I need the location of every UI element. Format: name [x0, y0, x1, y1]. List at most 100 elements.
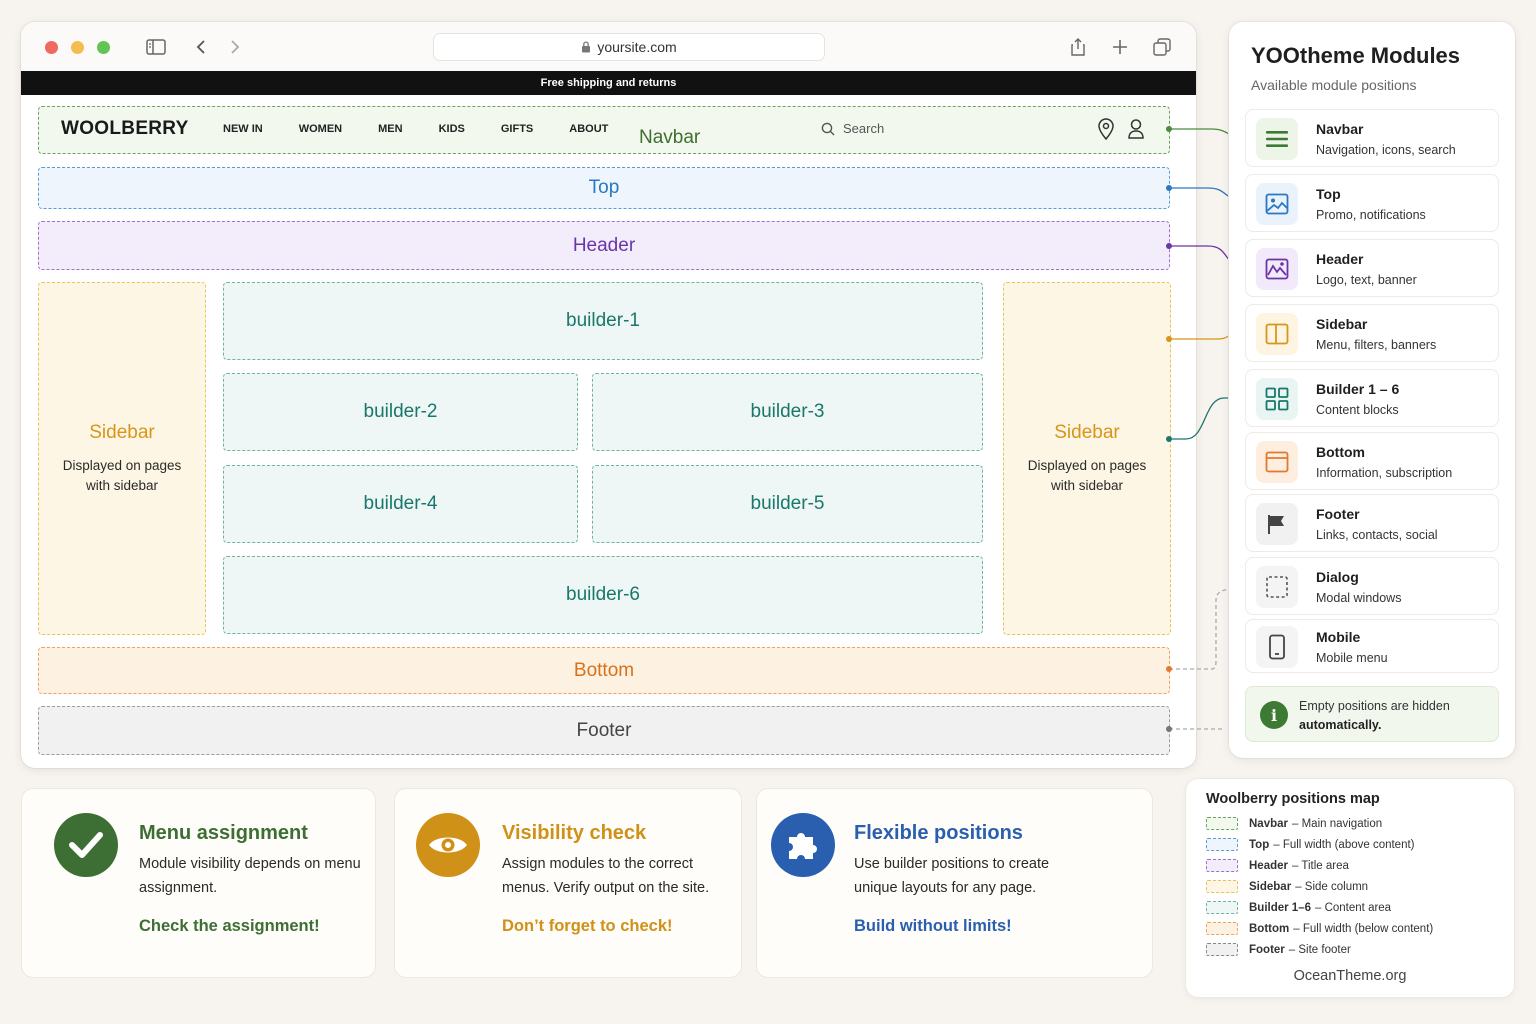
dashed-square-icon	[1256, 566, 1298, 608]
picture-icon	[1256, 248, 1298, 290]
sidebar-description: Displayed on pages with sidebar	[1027, 457, 1147, 493]
site-logo[interactable]: WOOLBERRY	[61, 118, 189, 140]
positions-map: Woolberry positions map Navbar – Main nav…	[1186, 779, 1514, 997]
module-desc: Information, subscription	[1316, 466, 1453, 480]
module-mobile[interactable]: Mobile Mobile menu	[1245, 619, 1499, 673]
card-title: Visibility check	[502, 822, 647, 844]
nav-item-about[interactable]: ABOUT	[569, 123, 608, 135]
builder-4-position: builder-4	[223, 465, 578, 543]
share-icon[interactable]	[1067, 36, 1089, 58]
module-dialog[interactable]: Dialog Modal windows	[1245, 557, 1499, 615]
builder-5-position: builder-5	[592, 465, 983, 543]
module-name: Bottom	[1316, 444, 1365, 460]
module-navbar[interactable]: Navbar Navigation, icons, search	[1245, 109, 1499, 167]
map-credit[interactable]: OceanTheme.org	[1186, 968, 1514, 984]
main-navigation: NEW IN WOMEN MEN KIDS GIFTS ABOUT	[223, 123, 644, 135]
site-search[interactable]: Search	[821, 121, 884, 136]
phone-icon	[1256, 626, 1298, 668]
eye-icon	[416, 813, 480, 877]
card-cta[interactable]: Build without limits!	[854, 917, 1012, 936]
swatch-sidebar	[1206, 880, 1238, 893]
module-header[interactable]: Header Logo, text, banner	[1245, 239, 1499, 297]
card-flexible-positions: Flexible positions Use builder positions…	[756, 788, 1153, 978]
nav-item-gifts[interactable]: GIFTS	[501, 123, 533, 135]
card-visibility-check: Visibility check Assign modules to the c…	[394, 788, 742, 978]
new-tab-icon[interactable]	[1109, 36, 1131, 58]
header-position: Header	[38, 221, 1170, 270]
module-top[interactable]: Top Promo, notifications	[1245, 174, 1499, 232]
nav-item-women[interactable]: WOMEN	[299, 123, 342, 135]
builder-1-position: builder-1	[223, 282, 983, 360]
modules-panel: YOOtheme Modules Available module positi…	[1229, 22, 1515, 758]
map-row-sidebar: Sidebar – Side column	[1206, 880, 1368, 893]
puzzle-icon	[771, 813, 835, 877]
sidebar-title: Sidebar	[89, 421, 155, 443]
sidebar-position-right: Sidebar Displayed on pages with sidebar	[1003, 282, 1171, 635]
card-text: Use builder positions to create unique l…	[854, 856, 1050, 896]
image-icon	[1256, 183, 1298, 225]
search-placeholder: Search	[843, 121, 885, 136]
module-sidebar[interactable]: Sidebar Menu, filters, banners	[1245, 304, 1499, 362]
user-account-icon[interactable]	[1127, 118, 1145, 140]
back-icon[interactable]	[190, 36, 212, 58]
swatch-bottom	[1206, 922, 1238, 935]
lock-icon	[582, 41, 591, 53]
module-name: Mobile	[1316, 629, 1361, 645]
map-row-top: Top – Full width (above content)	[1206, 838, 1415, 851]
module-name: Navbar	[1316, 121, 1364, 137]
map-row-desc: – Full width (below content)	[1293, 922, 1434, 935]
grid-icon	[1256, 378, 1298, 420]
sidebar-position-left: Sidebar Displayed on pages with sidebar	[38, 282, 206, 635]
nav-item-men[interactable]: MEN	[378, 123, 402, 135]
info-note: i Empty positions are hidden automatical…	[1245, 686, 1499, 742]
nav-item-kids[interactable]: KIDS	[439, 123, 465, 135]
tabs-overview-icon[interactable]	[1151, 36, 1173, 58]
module-builder[interactable]: Builder 1 – 6 Content blocks	[1245, 369, 1499, 427]
maximize-window-button[interactable]	[97, 41, 110, 54]
module-desc: Modal windows	[1316, 591, 1402, 605]
window-icon	[1256, 441, 1298, 483]
module-desc: Content blocks	[1316, 403, 1399, 417]
map-title: Woolberry positions map	[1206, 791, 1380, 807]
module-footer[interactable]: Footer Links, contacts, social	[1245, 494, 1499, 552]
module-name: Footer	[1316, 506, 1360, 522]
close-window-button[interactable]	[45, 41, 58, 54]
module-desc: Promo, notifications	[1316, 208, 1426, 222]
footer-position: Footer	[38, 706, 1170, 755]
sidebar-toggle-icon[interactable]	[145, 36, 167, 58]
card-text: Module visibility depends on menu assign…	[139, 856, 361, 896]
search-icon	[821, 122, 835, 135]
map-row-desc: – Content area	[1315, 901, 1392, 914]
location-pin-icon[interactable]	[1097, 118, 1115, 140]
address-bar[interactable]: yoursite.com	[433, 33, 825, 61]
bottom-position: Bottom	[38, 647, 1170, 694]
browser-window: yoursite.com Free shipping and returns W…	[21, 22, 1196, 768]
card-cta[interactable]: Check the assignment!	[139, 917, 320, 936]
map-row-name: Sidebar	[1249, 880, 1292, 893]
builder-3-position: builder-3	[592, 373, 983, 451]
flag-icon	[1256, 503, 1298, 545]
forward-icon[interactable]	[224, 36, 246, 58]
minimize-window-button[interactable]	[71, 41, 84, 54]
card-title: Menu assignment	[139, 822, 308, 844]
browser-toolbar: yoursite.com	[21, 22, 1196, 71]
map-row-name: Top	[1249, 838, 1270, 851]
map-row-name: Bottom	[1249, 922, 1290, 935]
url-text: yoursite.com	[597, 39, 677, 55]
sidebar-description: Displayed on pages with sidebar	[62, 457, 182, 493]
card-cta[interactable]: Don’t forget to check!	[502, 917, 673, 936]
note-text: Empty positions are hidden automatically…	[1299, 697, 1489, 735]
module-desc: Navigation, icons, search	[1316, 143, 1456, 157]
module-desc: Links, contacts, social	[1316, 528, 1438, 542]
builder-6-position: builder-6	[223, 556, 983, 634]
nav-item-new-in[interactable]: NEW IN	[223, 123, 263, 135]
top-position: Top	[38, 167, 1170, 209]
map-row-desc: – Title area	[1292, 859, 1349, 872]
map-row-desc: – Main navigation	[1292, 817, 1383, 830]
info-icon: i	[1260, 701, 1288, 729]
map-row-bottom: Bottom – Full width (below content)	[1206, 922, 1433, 935]
swatch-top	[1206, 838, 1238, 851]
module-bottom[interactable]: Bottom Information, subscription	[1245, 432, 1499, 490]
module-name: Dialog	[1316, 569, 1359, 585]
map-row-builder: Builder 1–6 – Content area	[1206, 901, 1391, 914]
